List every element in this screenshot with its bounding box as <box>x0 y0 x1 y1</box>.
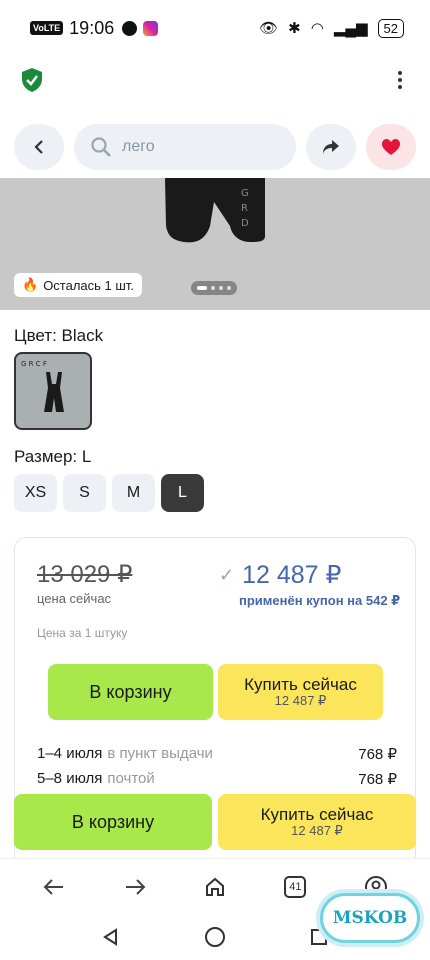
delivery-option-post: 5–8 июля почтой 768 ₽ <box>37 770 397 788</box>
product-image-gallery[interactable]: G R D 🔥 Осталась 1 шт. <box>0 178 430 310</box>
size-selector: XS S M L <box>14 474 204 512</box>
size-label: Размер: L <box>14 447 92 466</box>
stock-badge: 🔥 Осталась 1 шт. <box>14 273 142 297</box>
browser-menu-icon[interactable] <box>390 71 410 89</box>
home-icon[interactable] <box>195 867 235 907</box>
sticky-add-to-cart-label: В корзину <box>71 811 155 832</box>
buy-now-button[interactable]: Купить сейчас 12 487 ₽ <box>218 664 383 720</box>
check-icon: ✓ <box>219 564 235 585</box>
size-option-m[interactable]: M <box>112 474 155 512</box>
status-time: 19:06 <box>69 17 115 38</box>
buy-now-label: Купить сейчас <box>244 674 357 694</box>
delivery-cost: 768 ₽ <box>358 746 397 763</box>
delivery-method: в пункт выдачи <box>107 745 213 762</box>
bluetooth-icon: ✱ <box>288 20 301 37</box>
share-arrow-icon <box>323 140 339 154</box>
new-price: ✓ 12 487 ₽ <box>219 560 341 590</box>
pagination-dot[interactable] <box>227 286 231 290</box>
pagination-dot-active[interactable] <box>197 286 207 290</box>
delivery-method: почтой <box>107 770 155 787</box>
delivery-option-pickup: 1–4 июля в пункт выдачи 768 ₽ <box>37 745 397 763</box>
buy-now-price: 12 487 ₽ <box>274 693 327 709</box>
delivery-dates: 1–4 июля <box>37 745 103 762</box>
heart-icon <box>382 139 400 155</box>
swatch-thumbnail: G R C F <box>21 360 64 412</box>
tabs-button[interactable]: 41 <box>275 867 315 907</box>
price-now-label: цена сейчас <box>37 591 112 606</box>
sticky-buy-now-price: 12 487 ₽ <box>291 823 343 839</box>
instagram-notification-icon <box>143 20 159 36</box>
delivery-cost: 768 ₽ <box>358 771 397 788</box>
secure-shield-icon[interactable] <box>20 67 44 93</box>
back-button[interactable] <box>14 124 64 170</box>
pagination-dot[interactable] <box>219 286 223 290</box>
system-home-icon[interactable] <box>204 926 226 948</box>
color-label: Цвет: Black <box>14 326 104 345</box>
system-back-icon[interactable] <box>101 927 121 947</box>
search-placeholder: лего <box>122 138 155 155</box>
chevron-left-icon <box>34 140 43 154</box>
app-header: лего <box>0 116 430 178</box>
volte-indicator: VoLTE <box>30 21 64 35</box>
svg-text:R: R <box>241 203 248 214</box>
svg-text:G: G <box>241 188 249 199</box>
size-option-s[interactable]: S <box>63 474 106 512</box>
sticky-add-to-cart-button[interactable]: В корзину <box>14 794 212 850</box>
signal-icon: ▂▄▆ <box>333 20 368 37</box>
share-button[interactable] <box>306 124 356 170</box>
add-to-cart-button[interactable]: В корзину <box>48 664 213 720</box>
tab-count: 41 <box>284 875 307 898</box>
status-bar: VoLTE 19:06 👁 ✱ ◠ ▂▄▆ 52 <box>0 0 430 56</box>
old-price: 13 029 ₽ <box>37 561 133 588</box>
favorite-button[interactable] <box>366 124 416 170</box>
wifi-icon: ◠ <box>310 20 324 37</box>
new-price-value: 12 487 ₽ <box>242 561 342 589</box>
delivery-dates: 5–8 июля <box>37 770 103 787</box>
sticky-buy-now-button[interactable]: Купить сейчас 12 487 ₽ <box>218 794 416 850</box>
search-icon <box>91 137 111 157</box>
unit-price-label: Цена за 1 штуку <box>37 626 128 640</box>
eye-icon: 👁 <box>259 20 279 37</box>
pagination-dot[interactable] <box>211 286 215 290</box>
search-input[interactable]: лего <box>74 124 296 170</box>
media-play-icon <box>122 20 138 36</box>
gallery-pagination[interactable] <box>191 281 237 295</box>
fire-icon: 🔥 <box>22 277 39 292</box>
forward-arrow-icon[interactable] <box>115 867 155 907</box>
size-option-l[interactable]: L <box>161 474 204 512</box>
battery-indicator: 52 <box>377 18 404 38</box>
watermark-logo: MSKOB <box>320 893 420 943</box>
status-icons: 👁 ✱ ◠ ▂▄▆ 52 <box>259 18 404 38</box>
sticky-buy-now-label: Купить сейчас <box>260 804 374 824</box>
svg-text:G R C F: G R C F <box>21 360 47 368</box>
svg-text:D: D <box>241 218 249 229</box>
stock-text: Осталась 1 шт. <box>43 277 134 293</box>
back-arrow-icon[interactable] <box>34 867 74 907</box>
add-to-cart-label: В корзину <box>89 681 172 702</box>
color-swatch-black[interactable]: G R C F <box>14 352 92 430</box>
size-option-xs[interactable]: XS <box>14 474 57 512</box>
coupon-applied-text: применён купон на 542 ₽ <box>239 593 401 608</box>
browser-toolbar <box>0 56 430 104</box>
